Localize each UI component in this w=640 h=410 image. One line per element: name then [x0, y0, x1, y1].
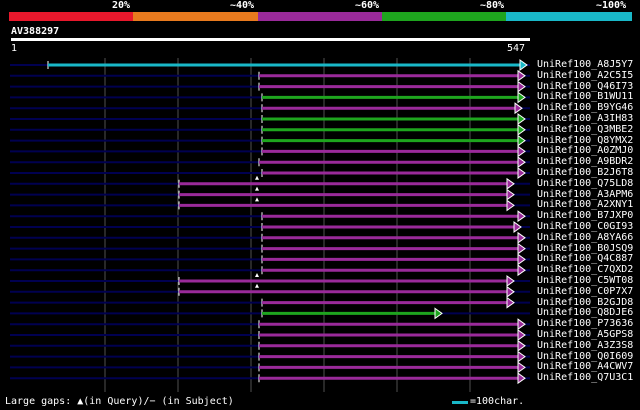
hit-label[interactable]: UniRef100_A5GPS8: [537, 329, 633, 340]
hit-label[interactable]: UniRef100_B2GJD8: [537, 297, 633, 308]
legend-percent-label: ~60%: [355, 0, 380, 11]
gaps-legend: Large gaps: ▲(in Query)/− (in Subject): [5, 396, 234, 407]
legend-band: [382, 12, 506, 21]
hit-label[interactable]: UniRef100_B9YG46: [537, 102, 633, 113]
alignment-arrow: [517, 167, 526, 179]
alignment-arrow: [517, 361, 526, 374]
alignment-arrow: [506, 199, 515, 212]
hit-label[interactable]: UniRef100_C7QXD2: [537, 264, 633, 275]
blast-alignment-view: 20% ~40% ~60% ~80% ~100% AV388297 1 547 UniR…: [0, 0, 640, 410]
alignment-arrow: [506, 296, 515, 309]
hit-label[interactable]: UniRef100_A3IH83: [537, 113, 633, 124]
hit-label[interactable]: UniRef100_A3Z3S8: [537, 340, 633, 351]
hit-label[interactable]: UniRef100_A4CWV7: [537, 361, 633, 372]
alignment-arrow: [517, 156, 526, 169]
scale-legend: =100char.: [470, 396, 525, 407]
hit-label[interactable]: UniRef100_Q3MBE2: [537, 124, 633, 135]
legend-percent-label: ~100%: [596, 0, 627, 11]
query-gap-marker: [255, 273, 259, 277]
hit-label[interactable]: UniRef100_C0GI93: [537, 221, 633, 232]
hit-label[interactable]: UniRef100_C0P7X7: [537, 286, 633, 297]
alignment-arrow: [517, 264, 526, 277]
alignment-arrow: [517, 210, 526, 223]
hit-label[interactable]: UniRef100_Q8DJE6: [537, 307, 633, 318]
legend-percent-label: 20%: [112, 0, 131, 11]
hit-label[interactable]: UniRef100_B2J6T8: [537, 167, 633, 178]
hit-label[interactable]: UniRef100_A8J5Y7: [537, 59, 633, 70]
legend-percent-label: ~40%: [230, 0, 255, 11]
query-gap-marker: [255, 197, 259, 202]
alignment-arrow: [517, 123, 526, 136]
alignment-arrow: [517, 134, 526, 147]
query-id: AV388297: [11, 26, 60, 37]
hit-label[interactable]: UniRef100_B1WU11: [537, 91, 633, 102]
alignment-arrow: [519, 59, 528, 71]
alignment-arrow: [517, 91, 526, 104]
legend-band: [133, 12, 258, 21]
alignment-arrow: [517, 242, 526, 255]
alignment-arrow: [514, 102, 523, 115]
hit-label[interactable]: UniRef100_Q75LD8: [537, 178, 633, 189]
query-ruler: [11, 38, 530, 41]
hit-label[interactable]: UniRef100_A0ZMJ0: [537, 145, 633, 156]
hit-label[interactable]: UniRef100_A8YA66: [537, 232, 633, 243]
hit-label[interactable]: UniRef100_Q4C887: [537, 253, 633, 264]
legend-percent-label: ~80%: [480, 0, 505, 11]
legend-band: [506, 12, 632, 21]
alignment-arrow: [506, 285, 515, 298]
alignment-arrow: [513, 221, 522, 233]
hit-label[interactable]: UniRef100_Q8YMX2: [537, 135, 633, 146]
hit-label[interactable]: UniRef100_Q7U3C1: [537, 372, 633, 383]
legend-band: [258, 12, 382, 21]
scale-bar: [452, 401, 468, 404]
alignment-arrow: [517, 372, 526, 385]
hit-label[interactable]: UniRef100_Q46I73: [537, 81, 633, 92]
hit-label[interactable]: UniRef100_A2C5I5: [537, 70, 633, 81]
query-gap-marker: [255, 283, 259, 288]
hit-label[interactable]: UniRef100_C5WT08: [537, 275, 633, 286]
alignment-arrow: [506, 177, 515, 190]
alignment-arrow: [517, 253, 526, 266]
alignment-arrow: [506, 275, 515, 287]
alignment-arrow: [517, 318, 526, 331]
alignment-arrow: [517, 329, 526, 341]
hit-label[interactable]: UniRef100_Q0I609: [537, 351, 633, 362]
hit-label[interactable]: UniRef100_B7JXP0: [537, 210, 633, 221]
alignment-arrow: [506, 188, 515, 201]
alignment-arrow: [517, 145, 526, 158]
alignment-arrow: [517, 113, 526, 125]
hit-label[interactable]: UniRef100_A2XNY1: [537, 199, 633, 210]
alignment-arrow: [517, 350, 526, 363]
ruler-end: 547: [507, 43, 526, 54]
hit-label[interactable]: UniRef100_A3APM6: [537, 189, 633, 200]
hit-label[interactable]: UniRef100_B0JSQ9: [537, 243, 633, 254]
hit-label[interactable]: UniRef100_A9BDR2: [537, 156, 633, 167]
alignment-arrow: [517, 69, 526, 82]
query-gap-marker: [255, 175, 259, 180]
legend-band: [9, 12, 133, 21]
query-gap-marker: [255, 186, 259, 191]
hit-label[interactable]: UniRef100_P73636: [537, 318, 633, 329]
alignment-arrow: [517, 80, 526, 93]
ruler-start: 1: [11, 43, 18, 54]
alignment-arrow: [517, 339, 526, 352]
alignment-arrow: [517, 231, 526, 244]
alignment-arrow: [434, 307, 443, 320]
